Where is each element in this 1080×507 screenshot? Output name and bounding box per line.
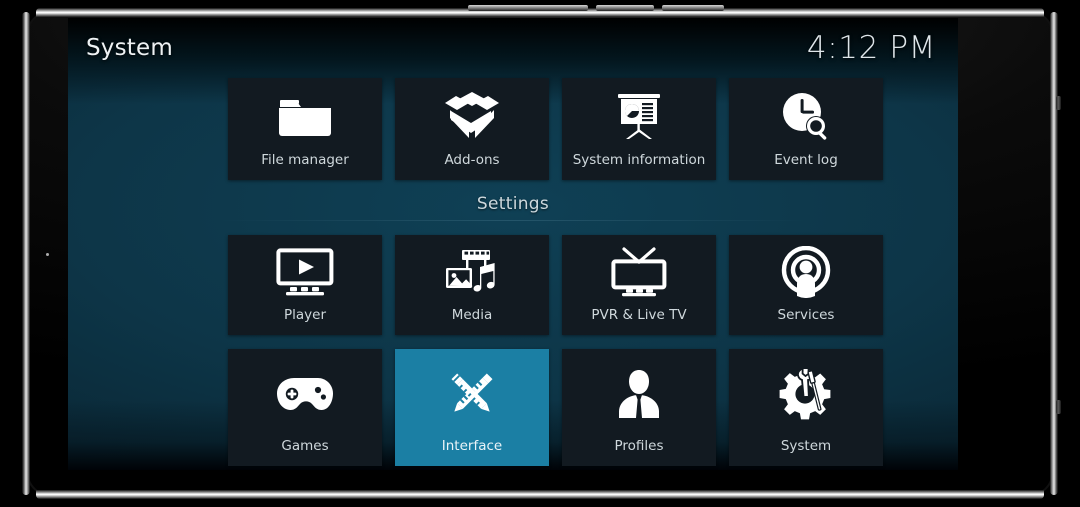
- gear-wrench-icon: [729, 349, 883, 440]
- device-bottom-rail: [36, 490, 1044, 499]
- window-header: System 4:12 PM: [68, 18, 958, 78]
- tile-row-top: File manager Add-ons System information: [228, 78, 884, 180]
- device-side-notch-bottom: [1056, 400, 1061, 414]
- device-frame: System 4:12 PM Settings File manager Add…: [0, 0, 1080, 507]
- tile-row-bottom: Games Interface Profiles System: [228, 349, 884, 466]
- pencil-ruler-icon: [395, 349, 549, 440]
- settings-tile-label: Add-ons: [444, 151, 500, 168]
- settings-tile-label: Media: [451, 306, 493, 323]
- settings-tile-label: File manager: [261, 151, 349, 168]
- clock-search-icon: [729, 78, 883, 154]
- settings-tile-label: System: [780, 437, 832, 454]
- settings-tile-label: System information: [572, 151, 706, 168]
- device-left-rail: [22, 12, 30, 495]
- settings-tile-games[interactable]: Games: [228, 349, 382, 466]
- settings-tile-add-ons[interactable]: Add-ons: [395, 78, 549, 180]
- device-bezel-speck: [46, 253, 49, 256]
- settings-tile-label: Player: [283, 306, 326, 323]
- television-icon: [562, 235, 716, 309]
- hardware-button-volume-up[interactable]: [468, 5, 588, 11]
- settings-tile-player[interactable]: Player: [228, 235, 382, 335]
- settings-tile-label: Event log: [774, 151, 838, 168]
- screen: System 4:12 PM Settings File manager Add…: [68, 18, 958, 470]
- settings-tile-media[interactable]: Media: [395, 235, 549, 335]
- user-silhouette-icon: [562, 349, 716, 440]
- page-title: System: [86, 35, 173, 61]
- settings-tile-services[interactable]: Services: [729, 235, 883, 335]
- open-box-icon: [395, 78, 549, 154]
- settings-tile-interface[interactable]: Interface: [395, 349, 549, 466]
- presentation-chart-icon: [562, 78, 716, 154]
- settings-tile-label: PVR & Live TV: [591, 306, 687, 323]
- monitor-play-icon: [228, 235, 382, 309]
- photo-film-music-icon: [395, 235, 549, 309]
- settings-grid: File manager Add-ons System information: [68, 18, 958, 470]
- folder-icon: [228, 78, 382, 154]
- settings-tile-label: Profiles: [614, 437, 664, 454]
- hardware-button-power[interactable]: [662, 5, 724, 11]
- settings-tile-label: Games: [281, 437, 329, 454]
- tile-row-middle: Player Media PVR & Live TV Services: [228, 235, 884, 335]
- settings-tile-event-log[interactable]: Event log: [729, 78, 883, 180]
- settings-tile-profiles[interactable]: Profiles: [562, 349, 716, 466]
- hardware-button-volume-down[interactable]: [596, 5, 654, 11]
- settings-tile-system-information[interactable]: System information: [562, 78, 716, 180]
- clock: 4:12 PM: [806, 30, 936, 66]
- settings-tile-label: Services: [777, 306, 835, 323]
- settings-tile-system[interactable]: System: [729, 349, 883, 466]
- gamepad-icon: [228, 349, 382, 440]
- settings-tile-file-manager[interactable]: File manager: [228, 78, 382, 180]
- broadcast-person-icon: [729, 235, 883, 309]
- settings-tile-label: Interface: [441, 437, 503, 454]
- settings-tile-pvr-live-tv[interactable]: PVR & Live TV: [562, 235, 716, 335]
- device-right-rail: [1050, 12, 1058, 495]
- device-side-notch-top: [1056, 96, 1061, 110]
